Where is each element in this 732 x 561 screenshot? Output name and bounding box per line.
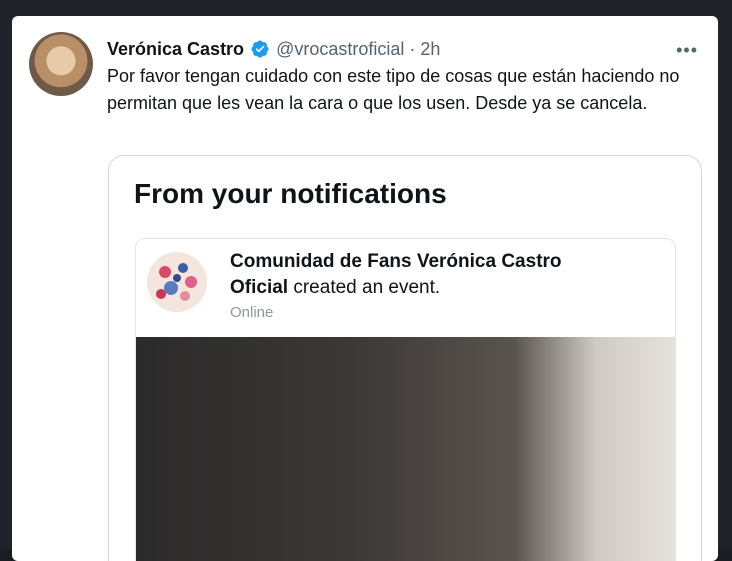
notification-group-name: Comunidad de Fans Verónica Castro xyxy=(230,251,562,272)
tweet-card[interactable]: Verónica Castro @vrocastroficial · 2h ••… xyxy=(12,16,718,561)
author-handle-time[interactable]: @vrocastroficial · 2h xyxy=(276,39,440,60)
notification-action-text: created an event. xyxy=(288,277,441,298)
notification-card: Comunidad de Fans Verónica Castro Oficia… xyxy=(135,238,676,561)
author-name[interactable]: Verónica Castro xyxy=(107,39,244,60)
event-photo xyxy=(136,337,675,561)
more-options-icon[interactable]: ••• xyxy=(676,40,698,61)
quote-title: From your notifications xyxy=(134,178,447,209)
verified-badge-icon xyxy=(250,39,270,59)
tweet-text: Por favor tengan cuidado con este tipo d… xyxy=(107,66,680,113)
notification-subtitle: Online xyxy=(230,304,274,321)
notification-action: Oficial created an event. xyxy=(230,277,440,299)
notification-group-name-cont: Oficial xyxy=(230,277,289,298)
quoted-image-card[interactable]: From your notifications Comunidad de Fan… xyxy=(108,155,702,561)
group-avatar-icon xyxy=(147,252,207,312)
screenshot-frame: Verónica Castro @vrocastroficial · 2h ••… xyxy=(0,0,732,561)
author-avatar[interactable] xyxy=(29,32,93,96)
tweet-header: Verónica Castro @vrocastroficial · 2h xyxy=(107,36,697,62)
